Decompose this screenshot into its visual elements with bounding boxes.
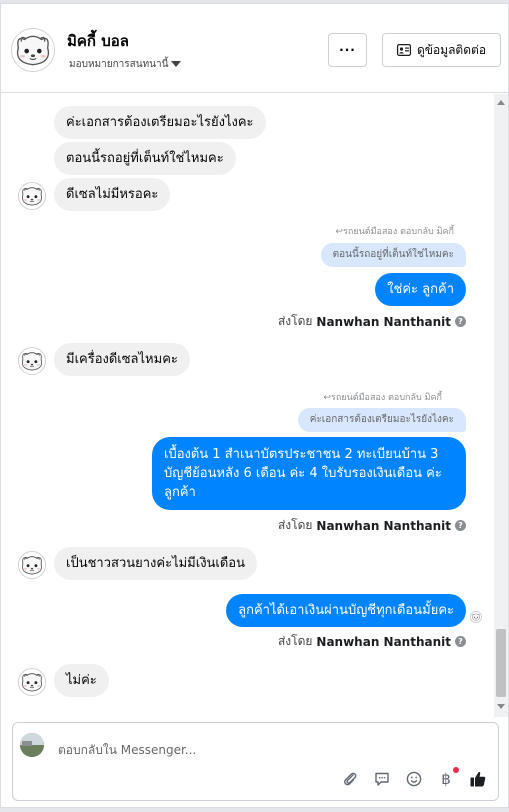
chat-bubble-icon[interactable] [372,769,392,789]
reply-composer[interactable]: ตอบกลับใน Messenger... ฿ [12,722,499,801]
conversation-panel: มิคกี้ บอล มอบหมายการสนทนานี้ ··· ดูข้อม… [0,3,509,808]
incoming-message: มีเครื่องดีเซลไหมคะ [54,343,190,376]
assign-conversation-dropdown[interactable]: มอบหมายการสนทนานี้ [69,57,182,72]
smiley-icon[interactable] [404,769,424,789]
quoted-message: ตอนนี้รถอยู่ที่เต็นท์ใช่ไหมคะ [320,243,466,267]
caret-down-icon [171,61,182,67]
seen-avatar [470,611,482,623]
reply-input[interactable]: ตอบกลับใน Messenger... [58,741,196,760]
outgoing-message: ลูกค้าได้เอาเงินผ่านบัญชีทุกเดือนมั้ยคะ [226,594,466,627]
help-icon[interactable]: ? [455,316,466,327]
view-contact-button[interactable]: ดูข้อมูลติดต่อ [382,33,501,67]
notification-dot [453,767,459,773]
sender-name: Nanwhan Nanthanit [316,518,451,533]
incoming-message: ค่ะเอกสารต้องเตรียมอะไรยังไงคะ [54,106,266,139]
thread-scrollbar[interactable] [494,94,508,717]
sent-by-label: ส่งโดย Nanwhan Nanthanit? [278,312,466,331]
incoming-message: เป็นชาวสวนยางค่ะไม่มีเงินเดือน [54,547,258,580]
assign-label: มอบหมายการสนทนานี้ [69,59,169,70]
customer-avatar[interactable] [18,347,46,375]
contact-card-icon [396,44,411,56]
conversation-header: มิคกี้ บอล มอบหมายการสนทนานี้ ··· ดูข้อม… [1,4,508,93]
sender-name: Nanwhan Nanthanit [316,314,451,329]
cat-avatar-icon [19,348,45,374]
cat-avatar-icon [12,29,54,71]
outgoing-message: ใช่ค่ะ ลูกค้า [375,273,466,306]
composer-tools: ฿ [340,767,488,789]
help-icon[interactable]: ? [455,636,466,647]
customer-avatar[interactable] [18,668,46,696]
cat-avatar-icon [19,183,45,209]
my-avatar [20,733,44,757]
quoted-message: ค่ะเอกสารต้องเตรียมอะไรยังไงคะ [297,408,466,432]
sent-by-label: ส่งโดย Nanwhan Nanthanit? [278,632,466,651]
cat-avatar-icon [19,552,45,578]
incoming-message: ไม่ค่ะ [54,664,109,697]
scroll-thumb[interactable] [496,629,506,697]
customer-avatar[interactable] [18,182,46,210]
scroll-down-arrow-icon[interactable] [497,704,505,709]
page-name[interactable]: มิคกี้ บอล [67,29,129,53]
outgoing-message: เบื้องต้น 1 สำเนาบัตรประชาชน 2 ทะเบียนบ้… [152,437,466,510]
more-options-button[interactable]: ··· [328,33,367,67]
reply-note: ↩รถยนต์มือสอง ตอบกลับ มิคกี้ [323,393,443,403]
reply-arrow-icon: ↩ [323,393,332,403]
customer-avatar[interactable] [18,551,46,579]
view-contact-label: ดูข้อมูลติดต่อ [416,42,487,57]
sender-name: Nanwhan Nanthanit [316,634,451,649]
incoming-message: ดีเซลไม่มีหรอคะ [54,178,171,211]
sent-by-label: ส่งโดย Nanwhan Nanthanit? [278,516,466,535]
scroll-up-arrow-icon[interactable] [497,100,505,105]
reply-note: ↩รถยนต์มือสอง ตอบกลับ มิคกี้ [335,227,455,237]
paperclip-icon[interactable] [340,769,360,789]
cat-avatar-icon [19,669,45,695]
message-thread[interactable]: ค่ะเอกสารต้องเตรียมอะไรยังไงคะ ตอนนี้รถอ… [1,94,494,717]
page-avatar[interactable] [11,28,55,72]
help-icon[interactable]: ? [455,520,466,531]
reply-arrow-icon: ↩ [335,227,344,237]
thumbs-up-icon[interactable] [468,769,488,789]
baht-icon[interactable]: ฿ [436,767,459,789]
cat-avatar-icon [471,612,481,622]
incoming-message: ตอนนี้รถอยู่ที่เต็นท์ใช่ไหมคะ [54,142,236,175]
landscape-avatar-icon [20,733,44,757]
